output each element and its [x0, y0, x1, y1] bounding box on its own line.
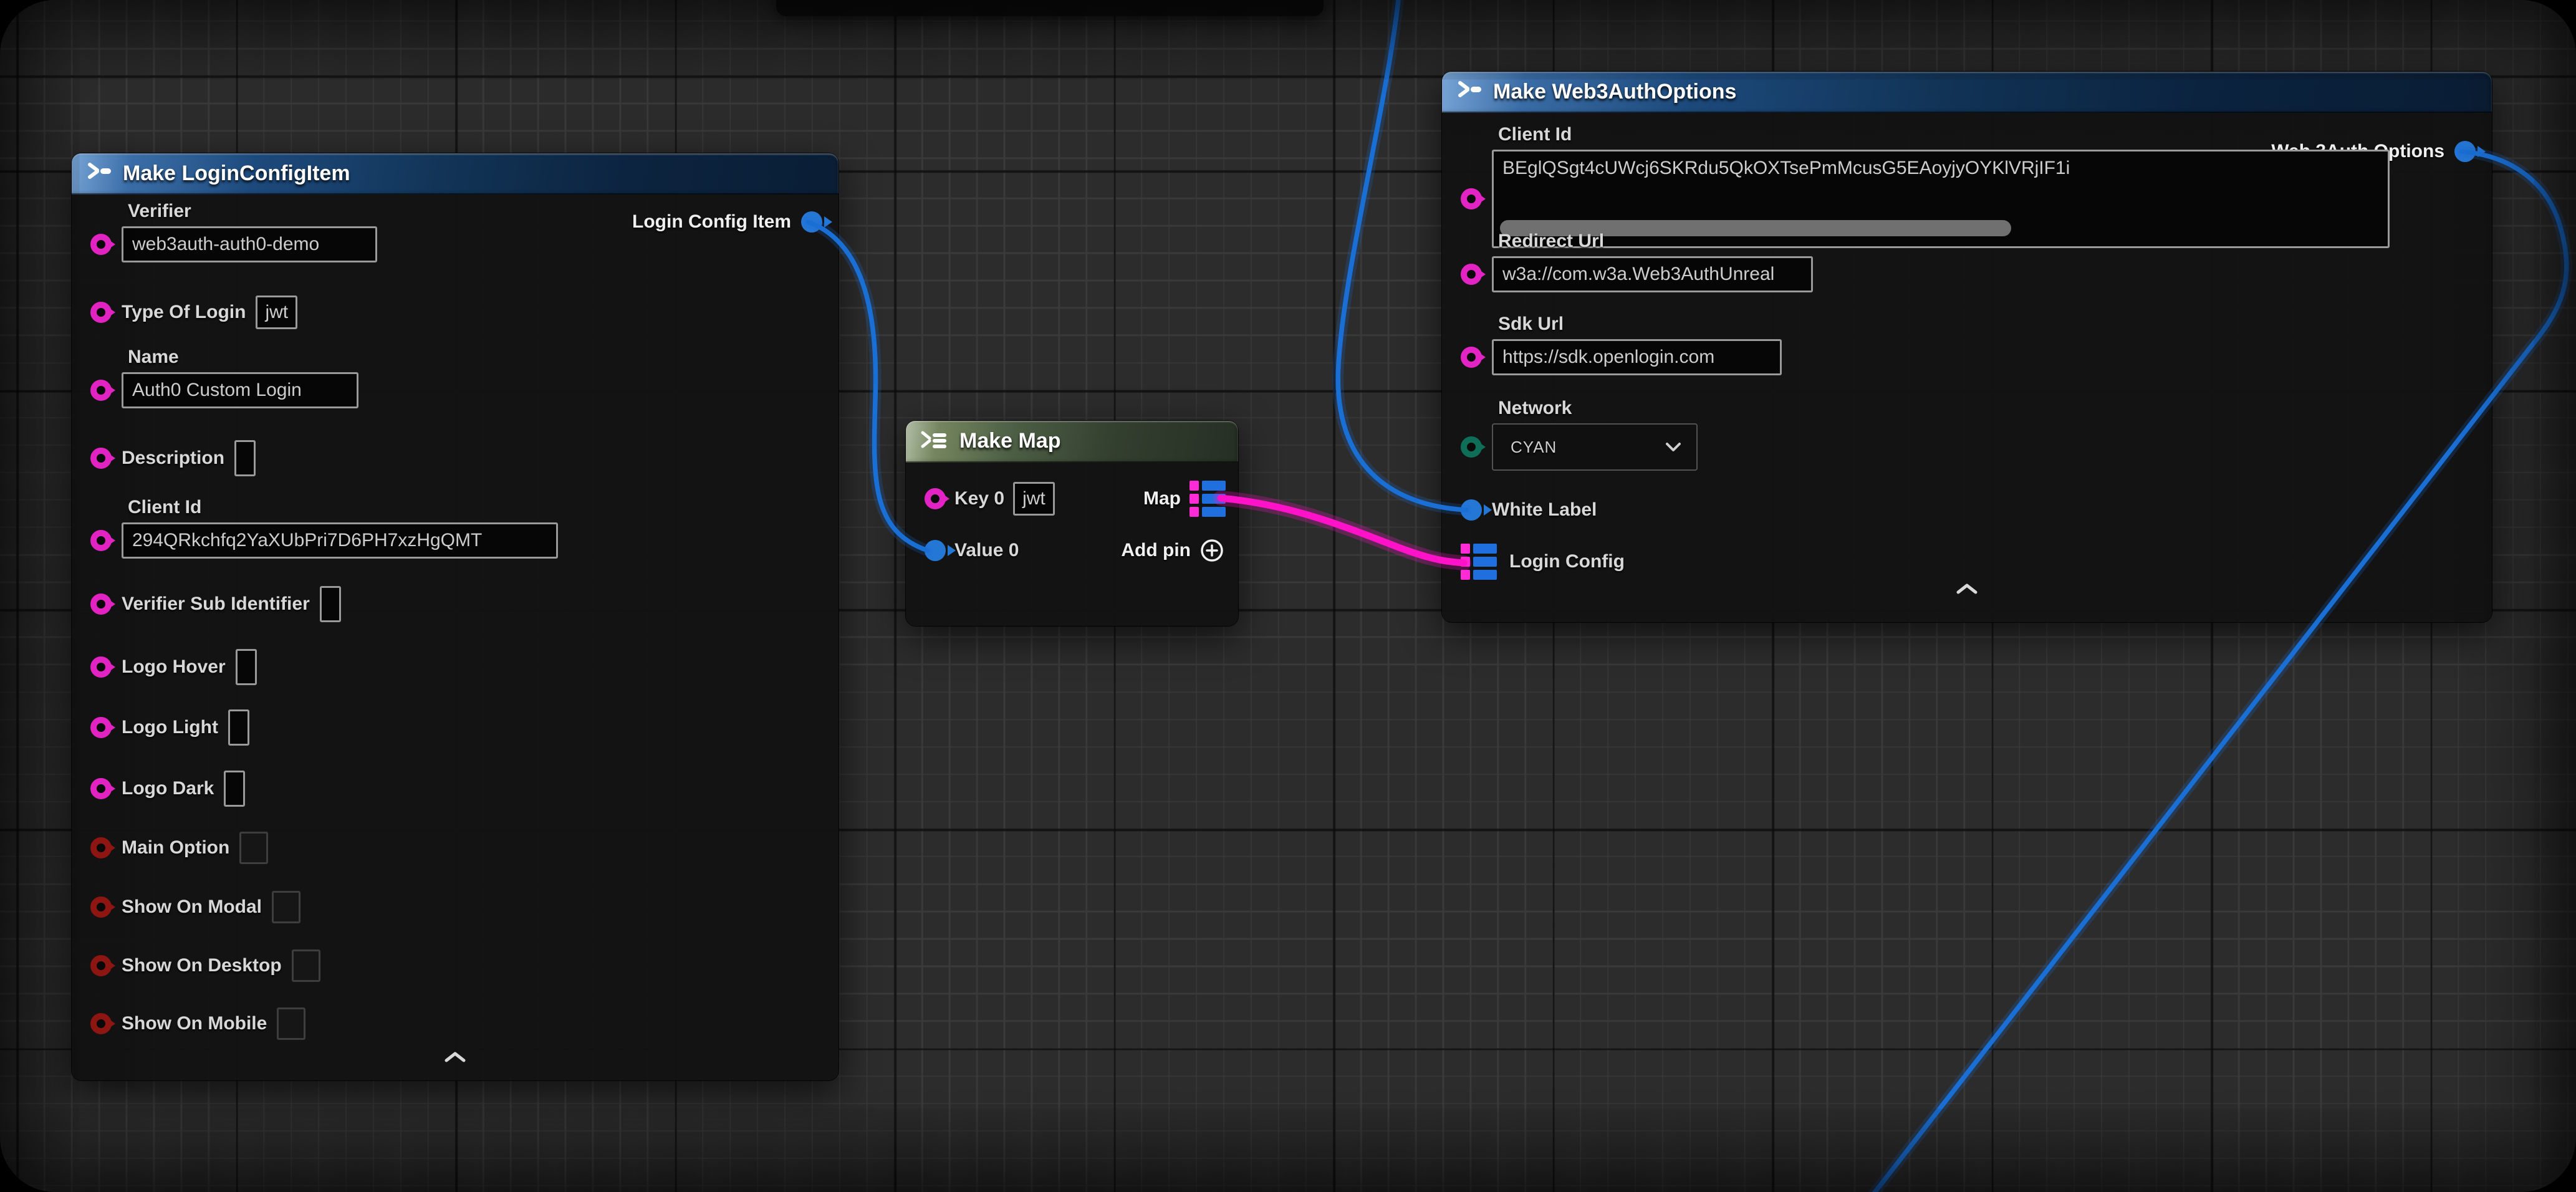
pin-show-on-desktop[interactable]: [90, 955, 112, 976]
struct-brace-icon: [1454, 80, 1483, 103]
pin-network[interactable]: [1461, 436, 1482, 458]
output-pin-login-config-item[interactable]: [801, 211, 822, 233]
sdk-url-field[interactable]: https://sdk.openlogin.com: [1492, 339, 1782, 375]
main-option-checkbox[interactable]: [239, 832, 268, 864]
pin-logo-dark[interactable]: [90, 778, 112, 799]
pin-show-on-mobile[interactable]: [90, 1013, 112, 1034]
node-make-map[interactable]: Make Map Key 0 jwt Map Value 0 Ad: [906, 421, 1238, 626]
pin-redirect-url[interactable]: [1461, 264, 1482, 285]
pin-show-on-modal[interactable]: [90, 896, 112, 918]
name-field[interactable]: Auth0 Custom Login: [122, 372, 358, 408]
logo-dark-field[interactable]: [224, 771, 245, 807]
node-make-web3authoptions[interactable]: Make Web3AuthOptions Web 3Auth Options C…: [1442, 72, 2492, 622]
pin-label-verifier-sub-identifier: Verifier Sub Identifier: [122, 594, 310, 615]
pin-verifier[interactable]: [90, 234, 112, 255]
pin-logo-hover[interactable]: [90, 656, 112, 678]
pin-client-id[interactable]: [1461, 188, 1482, 209]
show-on-modal-checkbox[interactable]: [272, 891, 300, 923]
pin-logo-light[interactable]: [90, 717, 112, 738]
pin-label-logo-light: Logo Light: [122, 717, 218, 738]
pin-white-label[interactable]: [1461, 499, 1482, 521]
pin-label-sdk-url: Sdk Url: [1492, 313, 1782, 335]
output-pin-map[interactable]: [1189, 481, 1226, 517]
logo-hover-field[interactable]: [236, 649, 257, 685]
description-field[interactable]: [234, 440, 256, 476]
offscreen-node-top[interactable]: [776, 0, 1324, 16]
struct-brace-icon: [84, 162, 113, 185]
verifier-field[interactable]: web3auth-auth0-demo: [122, 226, 377, 262]
pin-label-name: Name: [122, 346, 358, 368]
pin-label-show-on-desktop: Show On Desktop: [122, 955, 282, 976]
pin-label-description: Description: [122, 448, 224, 469]
add-pin-label: Add pin: [1121, 540, 1191, 561]
pin-login-config[interactable]: [1461, 544, 1497, 580]
logo-light-field[interactable]: [228, 709, 249, 746]
chevron-up-icon: [444, 1051, 466, 1062]
pin-key-0[interactable]: [925, 488, 946, 509]
wire-map-to-loginconfig[interactable]: [1221, 498, 1464, 563]
client-id-text: BEglQSgt4cUWcj6SKRdu5QkOXTsePmMcusG5EAoy…: [1502, 158, 2070, 178]
output-pin-label-map: Map: [1143, 488, 1181, 509]
node-make-loginconfigitem[interactable]: Make LoginConfigItem Login Config Item V…: [72, 153, 839, 1080]
output-pin-web3auth-options[interactable]: [2454, 141, 2476, 162]
node-title: Make LoginConfigItem: [123, 161, 350, 186]
chevron-up-icon: [1956, 583, 1978, 594]
output-pin-label: Login Config Item: [632, 211, 791, 233]
pin-label-show-on-modal: Show On Modal: [122, 896, 262, 918]
pin-label-type-of-login: Type Of Login: [122, 302, 246, 323]
pin-name[interactable]: [90, 380, 112, 401]
redirect-url-field[interactable]: w3a://com.w3a.Web3AuthUnreal: [1492, 256, 1813, 292]
screenshot-stage: Make LoginConfigItem Login Config Item V…: [0, 0, 2576, 1192]
pin-description[interactable]: [90, 448, 112, 469]
pin-label-logo-hover: Logo Hover: [122, 656, 226, 678]
pin-label-login-config: Login Config: [1509, 551, 1625, 572]
graph-canvas[interactable]: Make LoginConfigItem Login Config Item V…: [0, 0, 2576, 1192]
node-make-loginconfigitem-header[interactable]: Make LoginConfigItem: [72, 153, 839, 195]
show-on-mobile-checkbox[interactable]: [277, 1007, 305, 1040]
key-0-field[interactable]: jwt: [1013, 482, 1055, 516]
pin-sdk-url[interactable]: [1461, 347, 1482, 368]
node-title: Make Web3AuthOptions: [1493, 80, 1736, 104]
client-id-field[interactable]: 294QRkchfq2YaXUbPri7D6PH7xzHgQMT: [122, 522, 558, 559]
pin-label-value-0: Value 0: [954, 540, 1019, 561]
pin-type-of-login[interactable]: [90, 302, 112, 323]
network-dropdown[interactable]: CYAN: [1492, 423, 1698, 471]
collapse-node-button[interactable]: [72, 1051, 839, 1062]
pin-value-0[interactable]: [925, 540, 946, 561]
pin-label-client-id: Client Id: [1492, 123, 2390, 146]
pin-label-show-on-mobile: Show On Mobile: [122, 1013, 267, 1034]
pin-label-verifier: Verifier: [122, 200, 377, 223]
pin-label-key-0: Key 0: [954, 488, 1004, 509]
pin-label-client-id: Client Id: [122, 496, 558, 519]
map-list-icon: [918, 430, 949, 453]
pin-client-id[interactable]: [90, 530, 112, 551]
pin-label-redirect-url: Redirect Url: [1492, 230, 1813, 252]
node-title: Make Map: [959, 429, 1061, 453]
pin-label-logo-dark: Logo Dark: [122, 778, 214, 799]
network-dropdown-value: CYAN: [1511, 438, 1557, 457]
pin-main-option[interactable]: [90, 837, 112, 858]
type-of-login-field[interactable]: jwt: [256, 296, 297, 329]
verifier-sub-identifier-field[interactable]: [320, 586, 341, 622]
pin-label-white-label: White Label: [1492, 499, 1597, 521]
chevron-down-icon: [1665, 442, 1681, 452]
collapse-node-button[interactable]: [1442, 583, 2492, 594]
node-make-map-header[interactable]: Make Map: [906, 421, 1238, 463]
node-make-web3authoptions-header[interactable]: Make Web3AuthOptions: [1442, 72, 2492, 113]
pin-label-network: Network: [1492, 397, 1698, 420]
show-on-desktop-checkbox[interactable]: [292, 949, 320, 982]
pin-label-main-option: Main Option: [122, 837, 229, 858]
pin-verifier-sub-identifier[interactable]: [90, 594, 112, 615]
add-pin-button[interactable]: Add pin: [1121, 531, 1224, 570]
add-pin-plus-icon: [1199, 538, 1224, 563]
